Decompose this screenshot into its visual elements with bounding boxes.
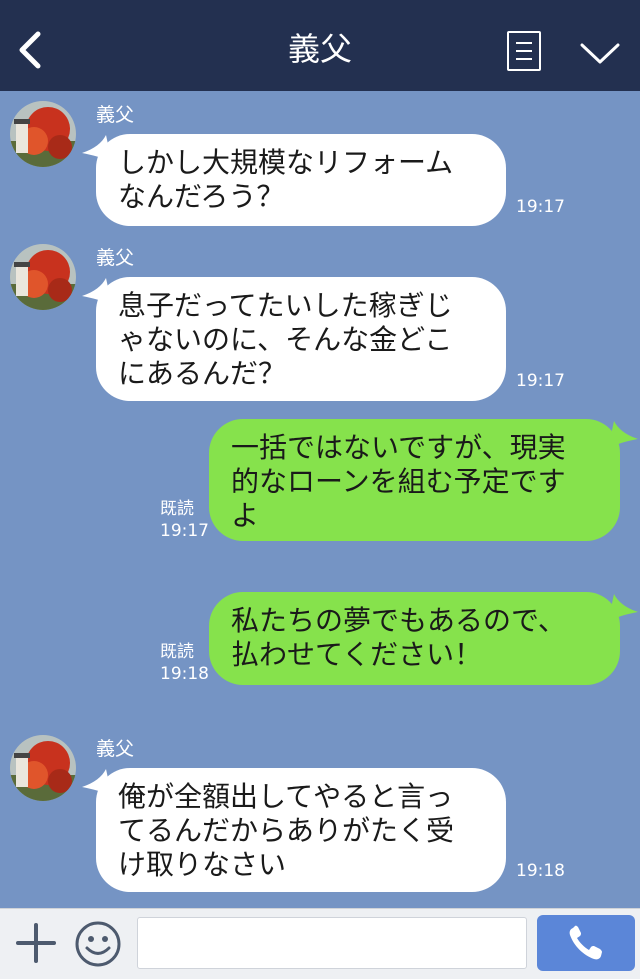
read-receipt: 既読 xyxy=(160,642,194,662)
emoji-icon[interactable] xyxy=(74,920,122,968)
avatar[interactable] xyxy=(10,735,76,801)
message-bubble[interactable]: 俺が全額出してやると言っ てるんだからありがたく受 け取りなさい xyxy=(96,768,506,892)
sender-name: 義父 xyxy=(96,104,135,126)
menu-list-icon[interactable] xyxy=(507,31,541,71)
message-time: 19:18 xyxy=(516,861,565,881)
message-time: 19:17 xyxy=(516,197,565,217)
input-bar xyxy=(0,908,640,979)
sender-name: 義父 xyxy=(96,247,135,269)
message-bubble[interactable]: 私たちの夢でもあるので、 払わせてください！ xyxy=(209,592,620,685)
read-receipt: 既読 xyxy=(160,499,194,519)
chevron-down-icon[interactable] xyxy=(580,42,620,66)
message-bubble[interactable]: しかし大規模なリフォーム なんだろう？ xyxy=(96,134,506,226)
chat-header: 義父 xyxy=(0,0,640,91)
message-bubble[interactable]: 一括ではないですが、現実 的なローンを組む予定です よ xyxy=(209,419,620,541)
message-time: 19:18 xyxy=(160,664,209,684)
message-bubble[interactable]: 息子だってたいした稼ぎじ ゃないのに、そんな金どこ にあるんだ？ xyxy=(96,277,506,401)
call-button[interactable] xyxy=(537,915,635,971)
plus-icon[interactable] xyxy=(16,923,56,963)
phone-icon xyxy=(569,925,602,960)
message-time: 19:17 xyxy=(160,521,209,541)
avatar[interactable] xyxy=(10,101,76,167)
message-input[interactable] xyxy=(137,917,527,969)
message-time: 19:17 xyxy=(516,371,565,391)
chat-title: 義父 xyxy=(287,30,352,68)
chat-area[interactable]: 義父 しかし大規模なリフォーム なんだろう？ 19:17 義父 息子だってたいし… xyxy=(0,91,640,908)
avatar[interactable] xyxy=(10,244,76,310)
sender-name: 義父 xyxy=(96,738,135,760)
